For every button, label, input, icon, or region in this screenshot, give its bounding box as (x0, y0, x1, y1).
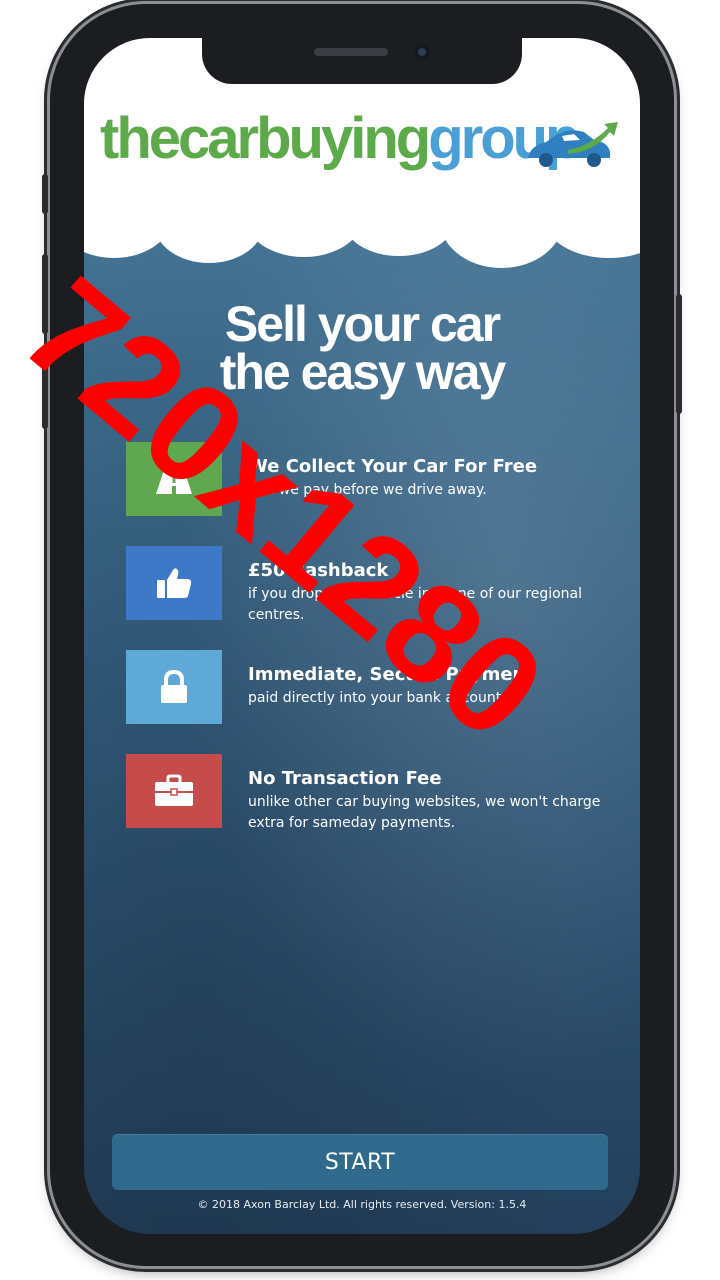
front-camera (414, 44, 430, 60)
logo-car: car (178, 106, 259, 171)
feature-description: unlike other car buying websites, we won… (248, 794, 601, 831)
feature-icon-box (126, 754, 222, 828)
feature-icon-box (126, 546, 222, 620)
power-button (676, 294, 682, 414)
brand-logo: thecarbuyinggroup (100, 110, 580, 168)
footer-copyright: © 2018 Axon Barclay Ltd. All rights rese… (197, 1198, 527, 1211)
logo-buying: buying (256, 106, 431, 171)
feature-title: No Transaction Fee (248, 768, 442, 789)
speaker-grille (314, 48, 388, 56)
briefcase-icon (155, 774, 193, 806)
thumbs-up-icon (157, 568, 192, 598)
notch (202, 38, 522, 84)
side-button (42, 174, 48, 214)
feature-no-fee: No Transaction Fee unlike other car buyi… (126, 754, 606, 831)
lock-icon (161, 670, 187, 703)
feature-icon-box (126, 650, 222, 724)
cloud (344, 186, 454, 256)
start-button[interactable]: START (112, 1134, 608, 1190)
car-arrow-icon (528, 122, 618, 167)
logo-the: the (100, 106, 181, 171)
